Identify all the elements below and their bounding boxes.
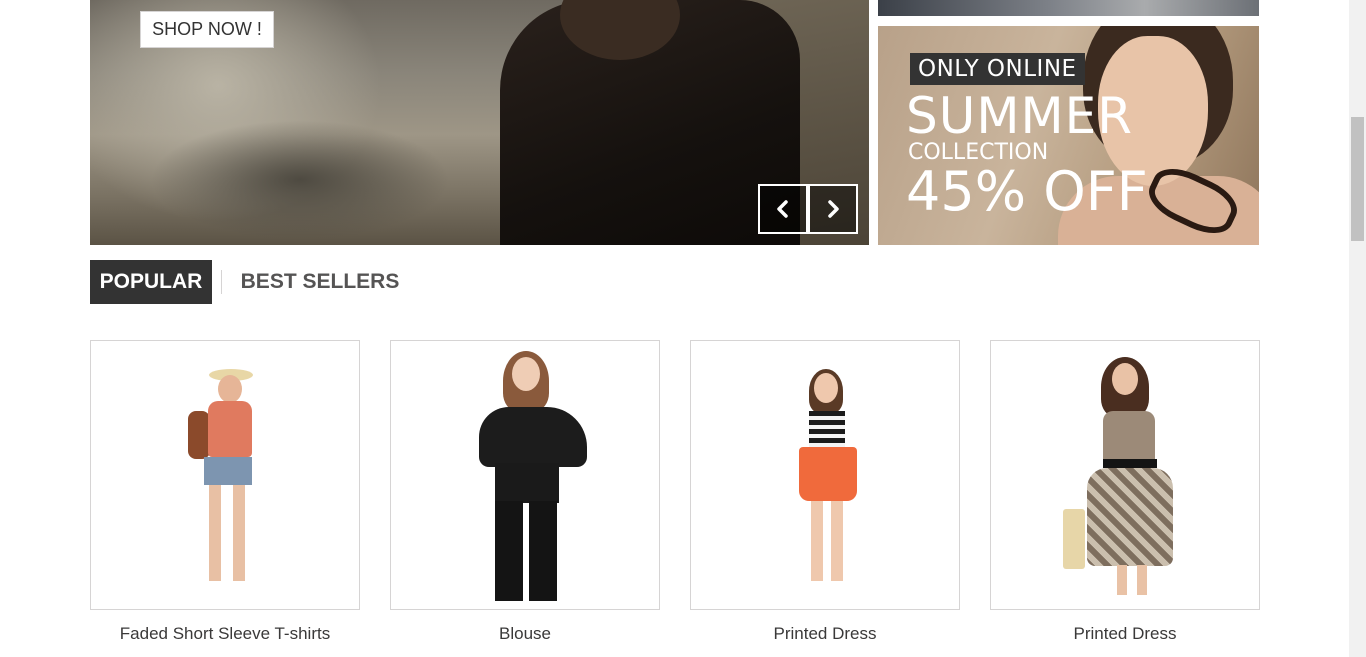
product-card: Printed Dress <box>990 340 1260 643</box>
shop-now-button[interactable]: SHOP NOW ! <box>140 11 274 48</box>
promo-title: SUMMER <box>906 87 1133 145</box>
product-name[interactable]: Blouse <box>390 624 660 644</box>
promo-discount: 45% OFF <box>906 160 1148 223</box>
product-image[interactable] <box>390 340 660 610</box>
product-name[interactable]: Printed Dress <box>990 624 1260 644</box>
page-scrollbar[interactable] <box>1349 0 1366 657</box>
product-name[interactable]: Faded Short Sleeve T-shirts <box>90 624 360 644</box>
slider-prev-button[interactable] <box>758 184 808 234</box>
only-online-badge: ONLY ONLINE <box>910 53 1085 85</box>
tab-best-sellers[interactable]: BEST SELLERS <box>232 260 408 304</box>
product-card: Faded Short Sleeve T-shirts <box>90 340 360 643</box>
summer-collection-banner[interactable]: ONLY ONLINE SUMMER COLLECTION 45% OFF <box>878 26 1259 245</box>
product-image[interactable] <box>690 340 960 610</box>
tab-divider <box>221 270 222 294</box>
product-image[interactable] <box>90 340 360 610</box>
chevron-right-icon <box>828 200 839 218</box>
tab-popular[interactable]: POPULAR <box>90 260 212 304</box>
product-name[interactable]: Printed Dress <box>690 624 960 644</box>
banner-top[interactable] <box>878 0 1259 16</box>
product-card: Blouse <box>390 340 660 643</box>
product-card: Printed Dress <box>690 340 960 643</box>
hero-cloud <box>150 120 450 240</box>
product-image[interactable] <box>990 340 1260 610</box>
chevron-left-icon <box>777 200 788 218</box>
scrollbar-thumb[interactable] <box>1351 117 1364 241</box>
slider-next-button[interactable] <box>808 184 858 234</box>
